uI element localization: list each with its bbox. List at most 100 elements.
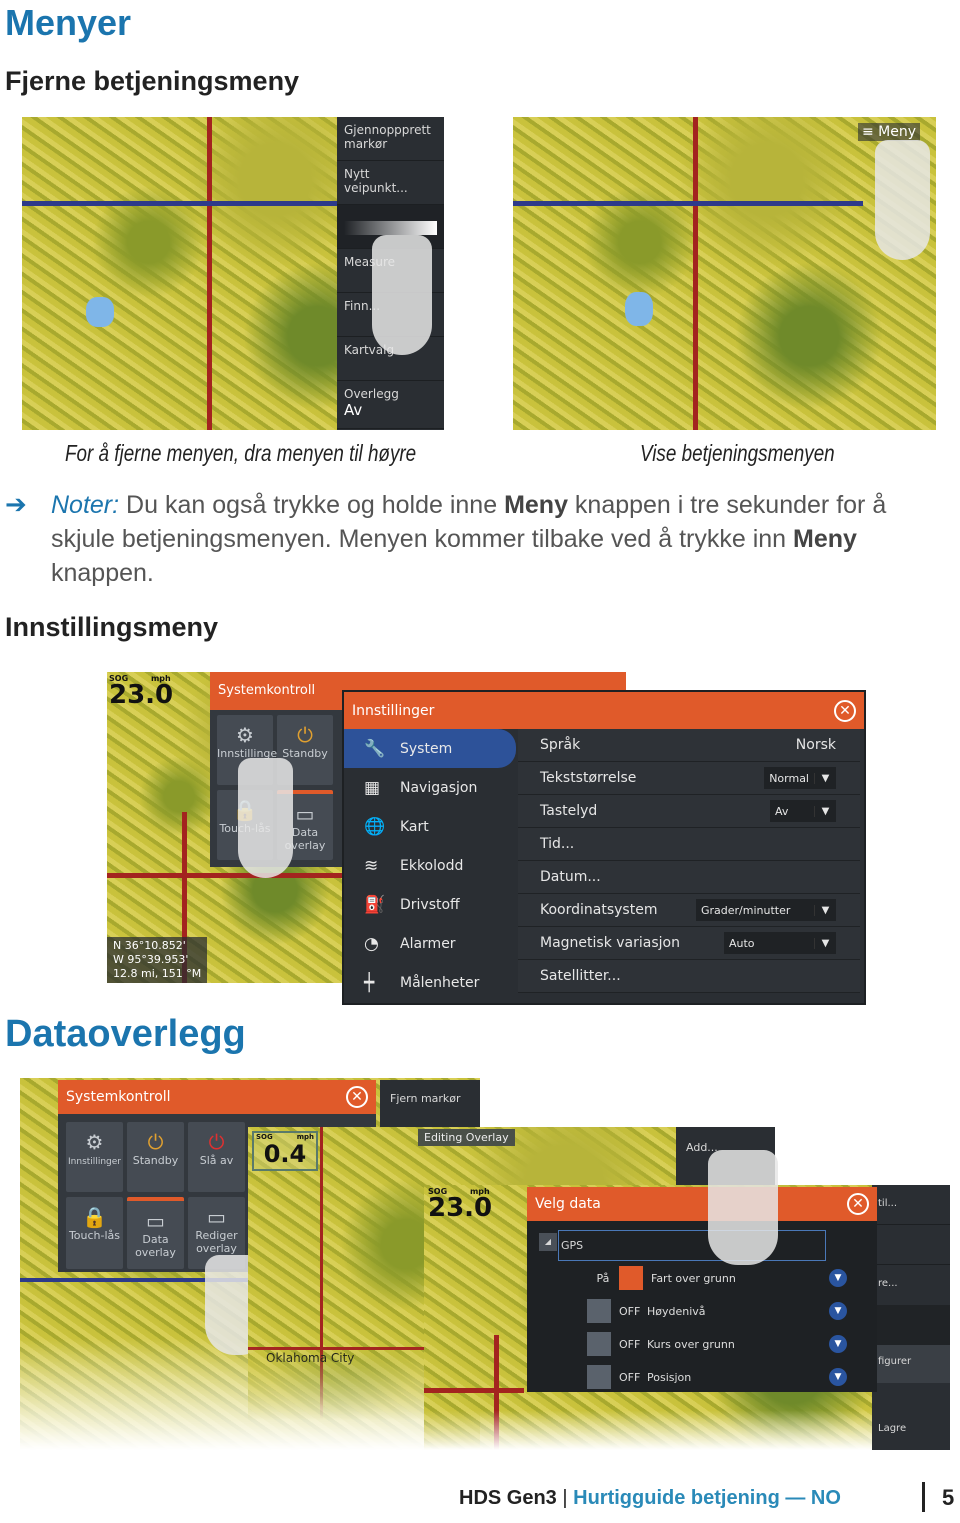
data-label: Fart over grunn <box>651 1271 736 1285</box>
sonar-icon: ≋ <box>364 855 379 876</box>
toggle[interactable] <box>587 1299 611 1323</box>
settings-header: Innstillinger ✕ <box>344 692 864 729</box>
menu-item[interactable]: Nytt veipunkt... <box>337 161 444 205</box>
power-icon: ⏻ <box>147 1130 164 1154</box>
setting-text-size[interactable]: Tekststørrelse Normal ▼ <box>518 762 860 795</box>
page-number: 5 <box>942 1485 955 1510</box>
toggle[interactable] <box>587 1332 611 1356</box>
toggle-state: OFF <box>619 1304 641 1318</box>
setting-value: Norsk <box>795 737 836 753</box>
data-row[interactable]: OFF Høydenivå ▼ <box>587 1296 847 1326</box>
setting-coordinates[interactable]: Koordinatsystem Grader/minutter ▼ <box>518 894 860 927</box>
save-item[interactable]: Lagre <box>872 1383 950 1434</box>
caption: Vise betjeningsmenyen <box>640 440 835 466</box>
setting-label: Tekststørrelse <box>540 770 637 786</box>
sog-value: 0.4 <box>263 1140 307 1168</box>
section-heading: Fjerne betjeningsmeny <box>5 66 300 96</box>
select-value: Auto <box>729 936 755 950</box>
menu-item[interactable]: figurer <box>872 1345 950 1383</box>
select[interactable]: Av ▼ <box>770 800 836 822</box>
category-sonar[interactable]: ≋ Ekkolodd <box>344 846 516 885</box>
select[interactable]: Auto ▼ <box>724 932 836 954</box>
note-text: knappen. <box>51 559 154 587</box>
dialog-header: Velg data ✕ <box>527 1187 877 1221</box>
select[interactable]: Grader/minutter ▼ <box>696 899 836 921</box>
footer-product: HDS Gen3 <box>459 1487 557 1509</box>
tile-settings[interactable]: ⚙ Innstillinger <box>66 1122 123 1192</box>
chart-map[interactable]: ≡ Meny <box>513 117 936 430</box>
tile-power-off[interactable]: ⏻ Slå av <box>188 1122 245 1192</box>
tile-label: Innstillinger <box>68 1157 121 1167</box>
setting-label: Koordinatsystem <box>540 902 658 918</box>
note-label: Noter: <box>51 491 120 519</box>
panel-title: Systemkontroll <box>66 1089 171 1105</box>
toggle[interactable] <box>619 1266 643 1290</box>
sog-value: 23.0 <box>109 680 174 710</box>
note-text: Du kan også trykke og holde inne <box>126 491 505 519</box>
chevron-down-icon[interactable]: ▼ <box>829 1368 847 1386</box>
toggle-state: OFF <box>619 1337 641 1351</box>
group-gps[interactable]: GPS <box>558 1230 826 1261</box>
category-label: System <box>400 740 453 757</box>
longitude: W 95°39.953' <box>113 953 189 966</box>
tile-touch-lock[interactable]: 🔒Touch-lås <box>66 1197 123 1269</box>
category-fuel[interactable]: ⛽ Drivstoff <box>344 885 516 924</box>
category-label: Ekkolodd <box>400 857 464 874</box>
setting-satellites[interactable]: Satellitter... <box>518 960 860 993</box>
menu-item[interactable] <box>872 1225 950 1265</box>
setting-key-sound[interactable]: Tastelyd Av ▼ <box>518 795 860 828</box>
menu-item[interactable]: Gjennoppprett markør <box>337 117 444 161</box>
tile-standby[interactable]: ⏻ Standby <box>127 1122 184 1192</box>
select-value: Av <box>775 804 789 818</box>
position-readout: N 36°10.852' W 95°39.953' 12.8 mi, 151 °M <box>107 937 208 983</box>
setting-language[interactable]: Språk Norsk <box>518 729 860 762</box>
divider: | <box>562 1487 568 1509</box>
section-heading: Innstillingsmeny <box>5 612 219 642</box>
category-units[interactable]: ┿ Målenheter <box>344 963 516 1002</box>
category-alarms[interactable]: ◔ Alarmer <box>344 924 516 963</box>
select-value: Grader/minutter <box>701 903 791 917</box>
setting-time[interactable]: Tid... <box>518 828 860 861</box>
menu-button[interactable]: ≡ Meny <box>857 123 920 141</box>
category-navigation[interactable]: ▦ Navigasjon <box>344 768 516 807</box>
distance-bearing: 12.8 mi, 151 °M <box>113 967 202 980</box>
category-label: Målenheter <box>400 974 480 991</box>
chevron-down-icon[interactable]: ▼ <box>829 1335 847 1353</box>
menu-item[interactable]: til... <box>872 1185 950 1225</box>
collapse-icon[interactable]: ◢ <box>539 1233 557 1251</box>
category-chart[interactable]: 🌐 Kart <box>344 807 516 846</box>
data-label: Kurs over grunn <box>647 1337 735 1351</box>
tile-data-overlay[interactable]: ▭ Data overlay <box>127 1197 184 1269</box>
category-label: Navigasjon <box>400 779 478 796</box>
power-icon: ⏻ <box>297 723 313 747</box>
data-row[interactable]: OFF Kurs over grunn ▼ <box>587 1329 847 1359</box>
panel-header: Systemkontroll ✕ <box>58 1080 376 1114</box>
category-label: Drivstoff <box>400 896 460 913</box>
tile-label: Standby <box>282 747 328 760</box>
data-row[interactable]: OFF Posisjon ▼ <box>587 1362 847 1392</box>
setting-datum[interactable]: Datum... <box>518 861 860 894</box>
category-list: 🔧 System ▦ Navigasjon 🌐 Kart ≋ Ekkolodd ⛽ Dri… <box>344 729 516 1002</box>
setting-magnetic-variation[interactable]: Magnetisk variasjon Auto ▼ <box>518 927 860 960</box>
edit-overlay-icon: ▭ <box>207 1205 226 1229</box>
category-system[interactable]: 🔧 System <box>344 729 516 768</box>
setting-label: Datum... <box>540 869 601 885</box>
menu-item[interactable] <box>872 1305 950 1345</box>
close-icon[interactable]: ✕ <box>834 699 856 722</box>
footer: HDS Gen3 | Hurtigguide betjening — NO <box>459 1487 841 1510</box>
select[interactable]: Normal ▼ <box>764 767 836 789</box>
hand-icon <box>708 1150 778 1265</box>
close-icon[interactable]: ✕ <box>847 1193 869 1215</box>
toggle[interactable] <box>587 1365 611 1389</box>
overlay-item[interactable]: Overlegg Av <box>337 381 444 429</box>
chevron-down-icon[interactable]: ▼ <box>829 1269 847 1287</box>
overlay-label: Overlegg <box>344 387 399 401</box>
data-label: Høydenivå <box>647 1304 706 1318</box>
alarm-icon: ◔ <box>364 933 379 954</box>
chevron-down-icon[interactable]: ▼ <box>829 1302 847 1320</box>
menu-item[interactable]: re... <box>872 1265 950 1305</box>
close-icon[interactable]: ✕ <box>346 1086 368 1108</box>
category-label: Kart <box>400 818 429 835</box>
overlay-icon: ▭ <box>146 1209 165 1233</box>
data-row[interactable]: På Fart over grunn ▼ <box>587 1263 847 1293</box>
